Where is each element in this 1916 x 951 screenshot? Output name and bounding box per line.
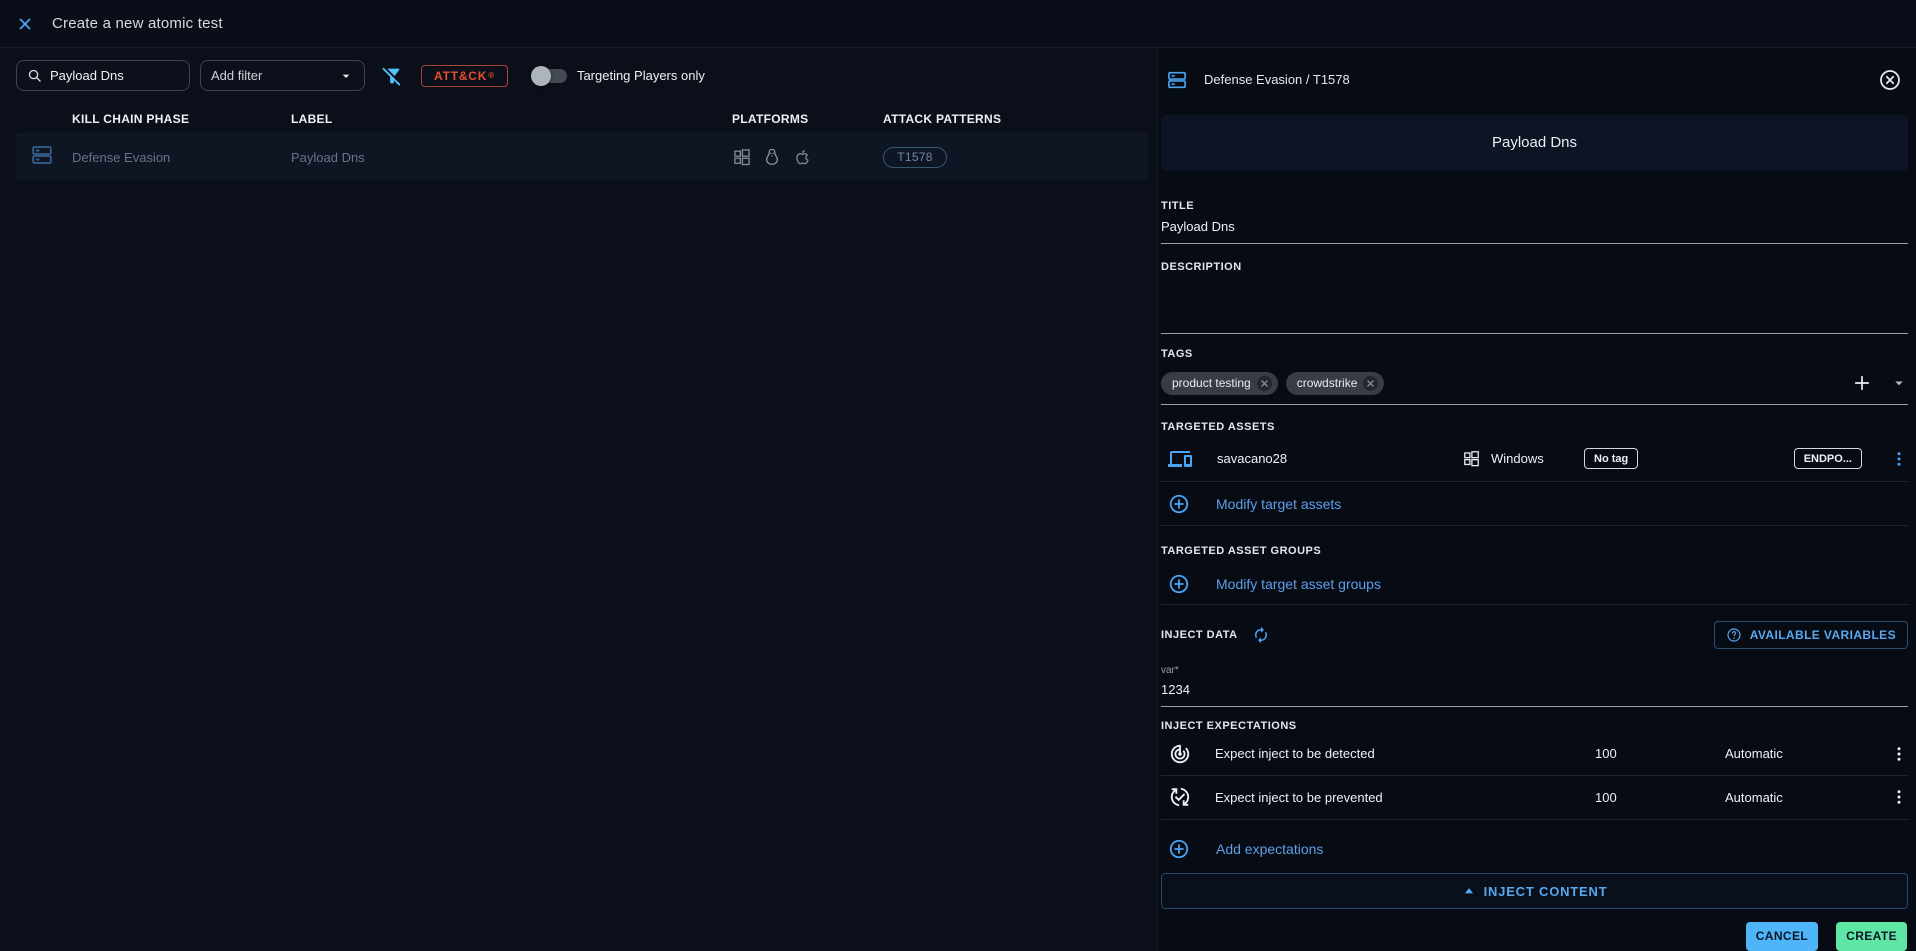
asset-platform: Windows — [1491, 451, 1544, 466]
expectation-menu-icon[interactable] — [1890, 788, 1908, 806]
inject-data-header: INJECT DATA AVAILABLE VARIABLES — [1161, 621, 1908, 651]
inject-expectations-label: INJECT EXPECTATIONS — [1161, 720, 1908, 732]
var-field-label: var* — [1161, 665, 1908, 676]
test-title: Payload Dns — [1492, 134, 1577, 151]
windows-icon — [732, 147, 752, 167]
remove-tag-icon[interactable] — [1363, 376, 1378, 391]
column-label: LABEL — [291, 112, 732, 126]
table-row[interactable]: Defense Evasion Payload Dns T1578 — [16, 133, 1148, 181]
linux-icon — [762, 147, 782, 167]
add-filter-label: Add filter — [211, 68, 262, 83]
dialog-header: Create a new atomic test — [0, 0, 1916, 48]
asset-name: savacano28 — [1217, 451, 1462, 466]
published-with-changes-icon — [1169, 786, 1191, 808]
search-input[interactable] — [50, 68, 170, 83]
row-kill-chain-phase: Defense Evasion — [72, 150, 291, 165]
search-box[interactable] — [16, 60, 190, 91]
tag-chip[interactable]: crowdstrike — [1286, 372, 1385, 395]
targeting-players-toggle-wrap: Targeting Players only — [534, 68, 705, 83]
inject-data-label: INJECT DATA — [1161, 629, 1238, 641]
targeting-players-label: Targeting Players only — [577, 68, 705, 83]
dns-icon — [30, 143, 54, 167]
search-icon — [27, 68, 42, 83]
targeted-asset-groups-label: TARGETED ASSET GROUPS — [1161, 545, 1908, 557]
test-list-panel: Add filter ATT&CK® Targeting Players onl… — [0, 48, 1157, 951]
add-filter-select[interactable]: Add filter — [200, 60, 365, 91]
tags-field-label: TAGS — [1161, 348, 1908, 360]
track-changes-icon — [1169, 743, 1191, 765]
add-circle-icon — [1168, 573, 1190, 595]
table-header-row: KILL CHAIN PHASE LABEL PLATFORMS ATTACK … — [16, 105, 1148, 133]
column-platforms: PLATFORMS — [732, 112, 883, 126]
page-title: Create a new atomic test — [52, 15, 223, 32]
expectation-mode: Automatic — [1725, 746, 1890, 761]
tags-field[interactable]: product testing crowdstrike — [1161, 372, 1908, 405]
cancel-button[interactable]: CANCEL — [1746, 922, 1818, 951]
expectation-score: 100 — [1595, 746, 1725, 761]
reset-defaults-icon[interactable] — [1252, 626, 1270, 644]
create-button[interactable]: CREATE — [1836, 922, 1907, 951]
expectation-name: Expect inject to be prevented — [1215, 790, 1595, 805]
description-field-input[interactable] — [1161, 277, 1908, 334]
expectation-score: 100 — [1595, 790, 1725, 805]
atomic-tests-table: KILL CHAIN PHASE LABEL PLATFORMS ATTACK … — [16, 105, 1148, 181]
drawer-footer: CANCEL CREATE — [1161, 922, 1908, 951]
close-drawer-icon[interactable] — [1878, 68, 1902, 92]
expectation-row[interactable]: Expect inject to be prevented 100 Automa… — [1161, 776, 1908, 820]
help-icon — [1726, 627, 1742, 643]
atomic-test-drawer: Defense Evasion / T1578 Payload Dns TITL… — [1157, 48, 1916, 951]
column-kill-chain-phase: KILL CHAIN PHASE — [72, 112, 291, 126]
expectation-menu-icon[interactable] — [1890, 745, 1908, 763]
expectation-row[interactable]: Expect inject to be detected 100 Automat… — [1161, 732, 1908, 776]
create-atomic-test-dialog: Create a new atomic test Add filter ATT&… — [0, 0, 1916, 951]
title-field-label: TITLE — [1161, 200, 1908, 212]
title-field-input[interactable]: Payload Dns — [1161, 219, 1908, 244]
modify-target-assets-button[interactable]: Modify target assets — [1161, 482, 1908, 526]
add-circle-icon — [1168, 838, 1190, 860]
chevron-down-icon[interactable] — [1890, 374, 1908, 392]
windows-icon — [1462, 449, 1481, 468]
inject-content-toggle-button[interactable]: INJECT CONTENT — [1161, 873, 1908, 909]
asset-type-chip: ENDPO... — [1794, 448, 1862, 469]
column-attack-patterns: ATTACK PATTERNS — [883, 112, 1093, 126]
arrow-up-icon — [1462, 884, 1476, 898]
available-variables-button[interactable]: AVAILABLE VARIABLES — [1714, 621, 1908, 649]
drawer-header: Defense Evasion / T1578 — [1161, 60, 1908, 100]
row-label: Payload Dns — [291, 150, 732, 165]
var-field-input[interactable]: 1234 — [1161, 682, 1908, 707]
add-expectations-button[interactable]: Add expectations — [1161, 834, 1908, 866]
trademark-mark: ® — [488, 71, 495, 80]
attack-matrix-button[interactable]: ATT&CK® — [421, 65, 508, 87]
description-field-label: DESCRIPTION — [1161, 261, 1908, 273]
targeted-assets-label: TARGETED ASSETS — [1161, 421, 1908, 433]
asset-menu-icon[interactable] — [1890, 450, 1908, 468]
asset-tag-chip: No tag — [1584, 448, 1638, 469]
targeting-players-toggle[interactable] — [534, 69, 567, 83]
modify-target-asset-groups-button[interactable]: Modify target asset groups — [1161, 565, 1908, 605]
breadcrumb: Defense Evasion / T1578 — [1204, 72, 1862, 87]
tag-chip[interactable]: product testing — [1161, 372, 1278, 395]
chevron-down-icon — [338, 68, 354, 84]
close-dialog-icon[interactable] — [16, 15, 34, 33]
add-circle-icon — [1168, 493, 1190, 515]
expectation-name: Expect inject to be detected — [1215, 746, 1595, 761]
filter-bar: Add filter ATT&CK® Targeting Players onl… — [16, 60, 1157, 91]
expectation-mode: Automatic — [1725, 790, 1890, 805]
toggle-knob — [531, 66, 551, 86]
asset-row[interactable]: savacano28 Windows No tag ENDPO... — [1161, 437, 1908, 483]
dns-icon — [1166, 69, 1188, 91]
test-title-card: Payload Dns — [1161, 115, 1908, 172]
apple-icon — [792, 147, 812, 167]
add-tag-icon[interactable] — [1852, 373, 1872, 393]
row-platform-icons — [732, 147, 883, 167]
remove-tag-icon[interactable] — [1257, 376, 1272, 391]
attack-pattern-chip[interactable]: T1578 — [883, 147, 947, 168]
devices-icon — [1168, 447, 1192, 471]
clear-filters-icon[interactable] — [381, 65, 403, 87]
